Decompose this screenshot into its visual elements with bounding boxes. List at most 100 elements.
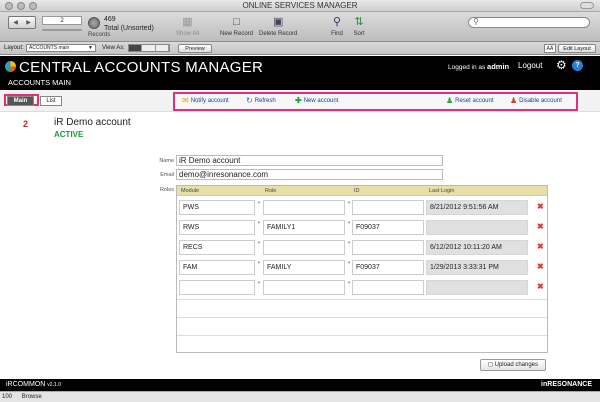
chevron-down-icon[interactable]: ▼ (347, 200, 351, 205)
role-cell[interactable]: FAMILY (263, 260, 345, 275)
record-navigation-book[interactable]: ◀ ▶ (8, 16, 36, 29)
id-cell[interactable] (352, 200, 424, 215)
preview-button[interactable]: Preview (178, 44, 212, 53)
window-title: ONLINE SERVICES MANAGER (242, 1, 358, 10)
chevron-down-icon[interactable]: ▼ (257, 240, 261, 245)
next-record-icon[interactable]: ▶ (26, 19, 31, 26)
footer-brand-group: iRCOMMON v2.1.0 (6, 379, 61, 391)
module-cell[interactable]: RECS (179, 240, 255, 255)
chevron-down-icon[interactable]: ▼ (347, 280, 351, 285)
role-cell[interactable] (263, 280, 345, 295)
disable-account-button[interactable]: ♟ Disable account (510, 97, 562, 105)
show-all-label: Show All (176, 31, 200, 37)
edit-layout-button[interactable]: Edit Layout (558, 44, 596, 53)
new-record-label: New Record (220, 31, 254, 37)
form-view-button[interactable] (129, 45, 143, 51)
logged-in-user: admin (487, 62, 510, 71)
user-reset-icon: ♟ (446, 96, 454, 105)
record-name-heading: iR Demo account (54, 117, 131, 128)
layout-select-value: ACCOUNTS main (29, 45, 70, 51)
roles-portal[interactable]: Module Role ID Last Login PWS ▼ ▼ 8/21/2… (176, 185, 548, 353)
new-account-button[interactable]: ✚ New account (295, 97, 338, 105)
empty-row (177, 299, 547, 317)
text-size-button[interactable]: AÄ (544, 44, 556, 53)
role-cell[interactable]: FAMILY1 (263, 220, 345, 235)
layout-select[interactable]: ACCOUNTS main ▼ (26, 44, 96, 52)
toolbar: ◀ ▶ 2 Records 469 Total (Unsorted) ▦ Sho… (0, 12, 600, 42)
zoom-window-button[interactable] (29, 2, 37, 10)
delete-record-button[interactable]: ▣ Delete Record (259, 16, 297, 37)
email-field[interactable]: demo@inresonance.com (176, 169, 443, 180)
footer-brand: iRCOMMON (6, 381, 46, 388)
role-cell[interactable] (263, 200, 345, 215)
id-cell[interactable] (352, 240, 424, 255)
chevron-down-icon[interactable]: ▼ (347, 260, 351, 265)
module-cell[interactable] (179, 280, 255, 295)
upload-icon: ◻ (487, 362, 493, 368)
gear-icon[interactable]: ⚙ (556, 58, 567, 72)
help-icon[interactable]: ? (572, 60, 583, 71)
id-cell[interactable]: F09037 (352, 220, 424, 235)
find-button[interactable]: ⚲ Find (330, 16, 344, 37)
chevron-down-icon[interactable]: ▼ (347, 240, 351, 245)
tab-main[interactable]: Main (7, 96, 34, 106)
tab-bar: Main List ✉ Notify account ↻ Refresh ✚ N… (0, 90, 600, 112)
delete-row-icon[interactable]: ✖ (537, 263, 544, 271)
upload-changes-button[interactable]: ◻ Upload changes (480, 359, 546, 371)
chevron-down-icon[interactable]: ▼ (257, 200, 261, 205)
delete-row-icon[interactable]: ✖ (537, 283, 544, 291)
id-column-header: ID (354, 188, 360, 194)
table-view-button[interactable] (156, 45, 169, 51)
tab-list[interactable]: List (40, 96, 62, 106)
module-cell[interactable]: RWS (179, 220, 255, 235)
app-title: CENTRAL ACCOUNTS MANAGER (19, 59, 264, 76)
record-slider[interactable] (42, 29, 82, 31)
window-controls (5, 2, 37, 10)
chevron-down-icon[interactable]: ▼ (257, 220, 261, 225)
notify-account-label: Notify account (190, 98, 229, 104)
chevron-down-icon[interactable]: ▼ (347, 220, 351, 225)
last-login-cell (426, 280, 528, 295)
show-all-button[interactable]: ▦ Show All (176, 16, 199, 37)
empty-row (177, 317, 547, 335)
id-cell[interactable]: F09037 (352, 260, 424, 275)
record-number: 2 (23, 119, 29, 129)
previous-record-icon[interactable]: ◀ (13, 19, 18, 26)
list-view-button[interactable] (142, 45, 156, 51)
record-count: 469 Total (Unsorted) (104, 15, 154, 33)
delete-row-icon[interactable]: ✖ (537, 203, 544, 211)
new-record-icon: □ (233, 16, 240, 28)
record-number-input[interactable]: 2 (42, 16, 82, 25)
reset-account-button[interactable]: ♟ Reset account (446, 97, 494, 105)
logout-link[interactable]: Logout (518, 61, 542, 70)
sort-label: Sort (353, 31, 365, 37)
chevron-down-icon[interactable]: ▼ (257, 280, 261, 285)
id-cell[interactable] (352, 280, 424, 295)
sort-button[interactable]: ⇅ Sort (352, 16, 366, 37)
chevron-down-icon[interactable]: ▼ (257, 260, 261, 265)
delete-record-icon: ▣ (272, 16, 284, 28)
notify-account-button[interactable]: ✉ Notify account (182, 97, 229, 105)
delete-row-icon[interactable]: ✖ (537, 243, 544, 251)
close-window-button[interactable] (5, 2, 13, 10)
delete-row-icon[interactable]: ✖ (537, 223, 544, 231)
module-cell[interactable]: FAM (179, 260, 255, 275)
minimize-window-button[interactable] (17, 2, 25, 10)
mode-indicator[interactable]: Browse (22, 394, 42, 400)
new-record-button[interactable]: □ New Record (220, 16, 253, 37)
module-cell[interactable]: PWS (179, 200, 255, 215)
last-login-cell (426, 220, 528, 235)
view-as-label: View As: (102, 45, 125, 51)
quick-find-input[interactable]: ⚲ (468, 17, 590, 28)
refresh-button[interactable]: ↻ Refresh (246, 97, 276, 105)
refresh-label: Refresh (254, 98, 276, 104)
status-badge: ACTIVE (54, 130, 84, 139)
name-field[interactable]: iR Demo account (176, 155, 443, 166)
role-cell[interactable] (263, 240, 345, 255)
last-login-cell: 6/12/2012 10:11:20 AM (426, 240, 528, 255)
view-as-segmented[interactable] (128, 44, 170, 52)
zoom-level[interactable]: 100 (2, 394, 12, 400)
toolbar-toggle-button[interactable] (580, 2, 594, 9)
found-count: 469 (104, 16, 116, 23)
total-label: Total (Unsorted) (104, 25, 154, 32)
